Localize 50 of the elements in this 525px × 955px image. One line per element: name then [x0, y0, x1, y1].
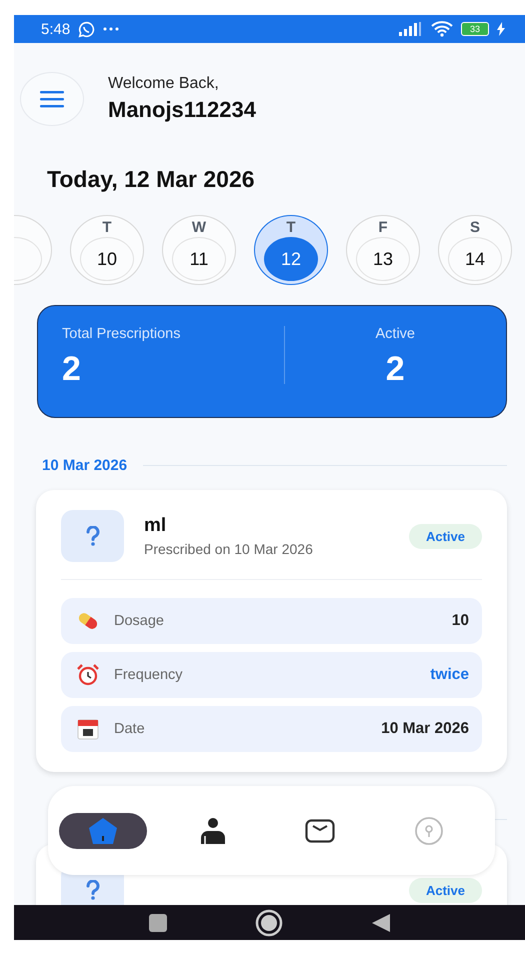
person-icon[interactable]	[198, 816, 225, 844]
back-icon[interactable]	[371, 912, 392, 932]
signal-icon	[399, 22, 423, 36]
detail-value: 10 Mar 2026	[381, 720, 469, 738]
stat-value: 2	[386, 354, 405, 384]
alarm-clock-icon	[76, 663, 100, 687]
detail-value: 10	[452, 612, 469, 630]
day-number: 10	[80, 237, 134, 281]
day-number: 14	[448, 237, 502, 281]
day-chip[interactable]: W 11	[162, 215, 236, 285]
chat-bubble-icon	[78, 20, 96, 38]
detail-label: Frequency	[114, 667, 184, 683]
medicine-name: ml	[144, 515, 168, 537]
weekday-letter: S	[470, 219, 480, 236]
stat-label: Active	[376, 326, 415, 342]
charging-bolt-icon	[497, 22, 505, 36]
username: Manojs112234	[108, 97, 256, 123]
more-dots-icon	[103, 26, 120, 32]
weekday-letter: F	[378, 219, 388, 236]
detail-value: twice	[430, 666, 469, 684]
section-date: 10 Mar 2026	[42, 456, 128, 474]
day-number: 13	[356, 237, 410, 281]
stat-value: 2	[62, 354, 81, 384]
clock-time: 5:48	[41, 20, 70, 38]
greeting-text: Welcome Back,	[108, 75, 220, 93]
detail-label: Date	[114, 721, 146, 737]
home-circle-icon[interactable]	[255, 908, 284, 936]
menu-icon	[40, 90, 64, 108]
battery-indicator: 33	[461, 22, 489, 36]
weekday-letter: W	[192, 219, 206, 236]
detail-label: Dosage	[114, 613, 165, 629]
day-chip[interactable]: T 12	[254, 215, 328, 285]
day-number: 12	[264, 237, 318, 281]
envelope-icon[interactable]	[305, 818, 336, 842]
day-chip[interactable]: S 14	[438, 215, 512, 285]
weekday-letter: T	[102, 219, 112, 236]
calendar-icon	[76, 717, 100, 741]
status-badge: Active	[408, 878, 482, 902]
day-chip[interactable]: T 10	[70, 215, 144, 285]
weekday-letter: T	[286, 219, 296, 236]
stat-label: Total Prescriptions	[62, 326, 180, 342]
nav-tab[interactable]	[59, 812, 147, 848]
status-badge: Active	[408, 524, 482, 548]
date-title: Today, 12 Mar 2026	[47, 165, 256, 193]
wifi-icon	[431, 21, 453, 37]
recents-icon[interactable]	[148, 912, 168, 932]
question-mark-icon	[61, 510, 124, 562]
prescribed-date: Prescribed on 10 Mar 2026	[144, 541, 314, 557]
day-number: 11	[172, 237, 226, 281]
day-chip[interactable]: F 13	[346, 215, 420, 285]
